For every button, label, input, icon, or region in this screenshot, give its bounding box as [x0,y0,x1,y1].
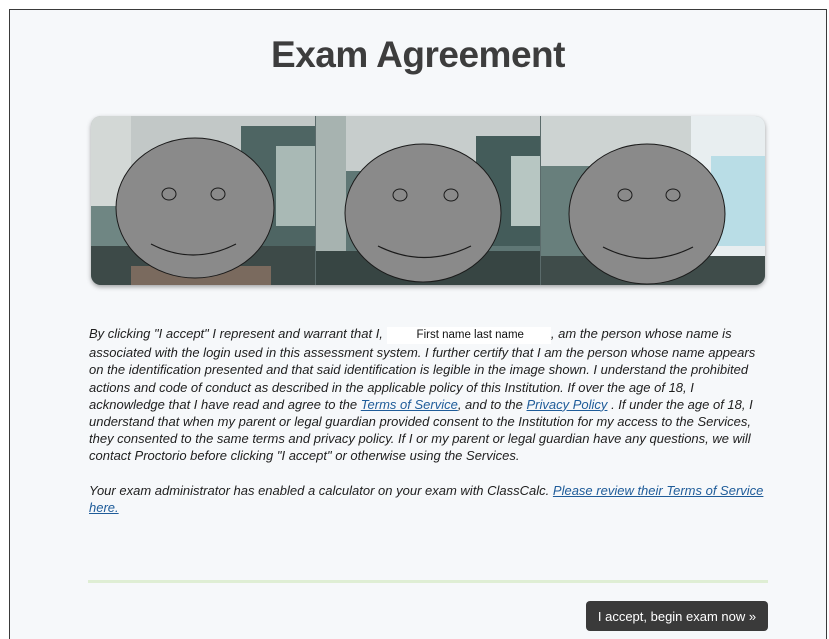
agreement-paragraph: By clicking "I accept" I represent and w… [89,325,769,465]
smiley-face-icon [115,137,275,279]
webcam-photo [315,116,540,285]
smiley-face-icon [344,143,502,283]
terms-of-service-link[interactable]: Terms of Service [361,397,458,412]
divider [88,580,768,583]
calculator-paragraph: Your exam administrator has enabled a ca… [89,482,769,516]
webcam-photo [540,116,765,285]
accept-begin-exam-button[interactable]: I accept, begin exam now » [586,601,768,631]
calculator-notice: Your exam administrator has enabled a ca… [89,482,550,498]
page-title: Exam Agreement [271,34,565,75]
agreement-intro: By clicking "I accept" I represent and w… [89,326,383,341]
webcam-photo [91,116,315,285]
app-frame: Exam Agreement By clicking "I accept" I … [9,9,827,639]
user-name-field: First name last name [386,327,551,345]
agreement-text: By clicking "I accept" I represent and w… [89,325,769,516]
id-photo-strip [91,116,765,285]
agreement-and: , and to the [457,396,523,412]
smiley-face-icon [568,143,726,285]
privacy-policy-link[interactable]: Privacy Policy [527,397,608,412]
